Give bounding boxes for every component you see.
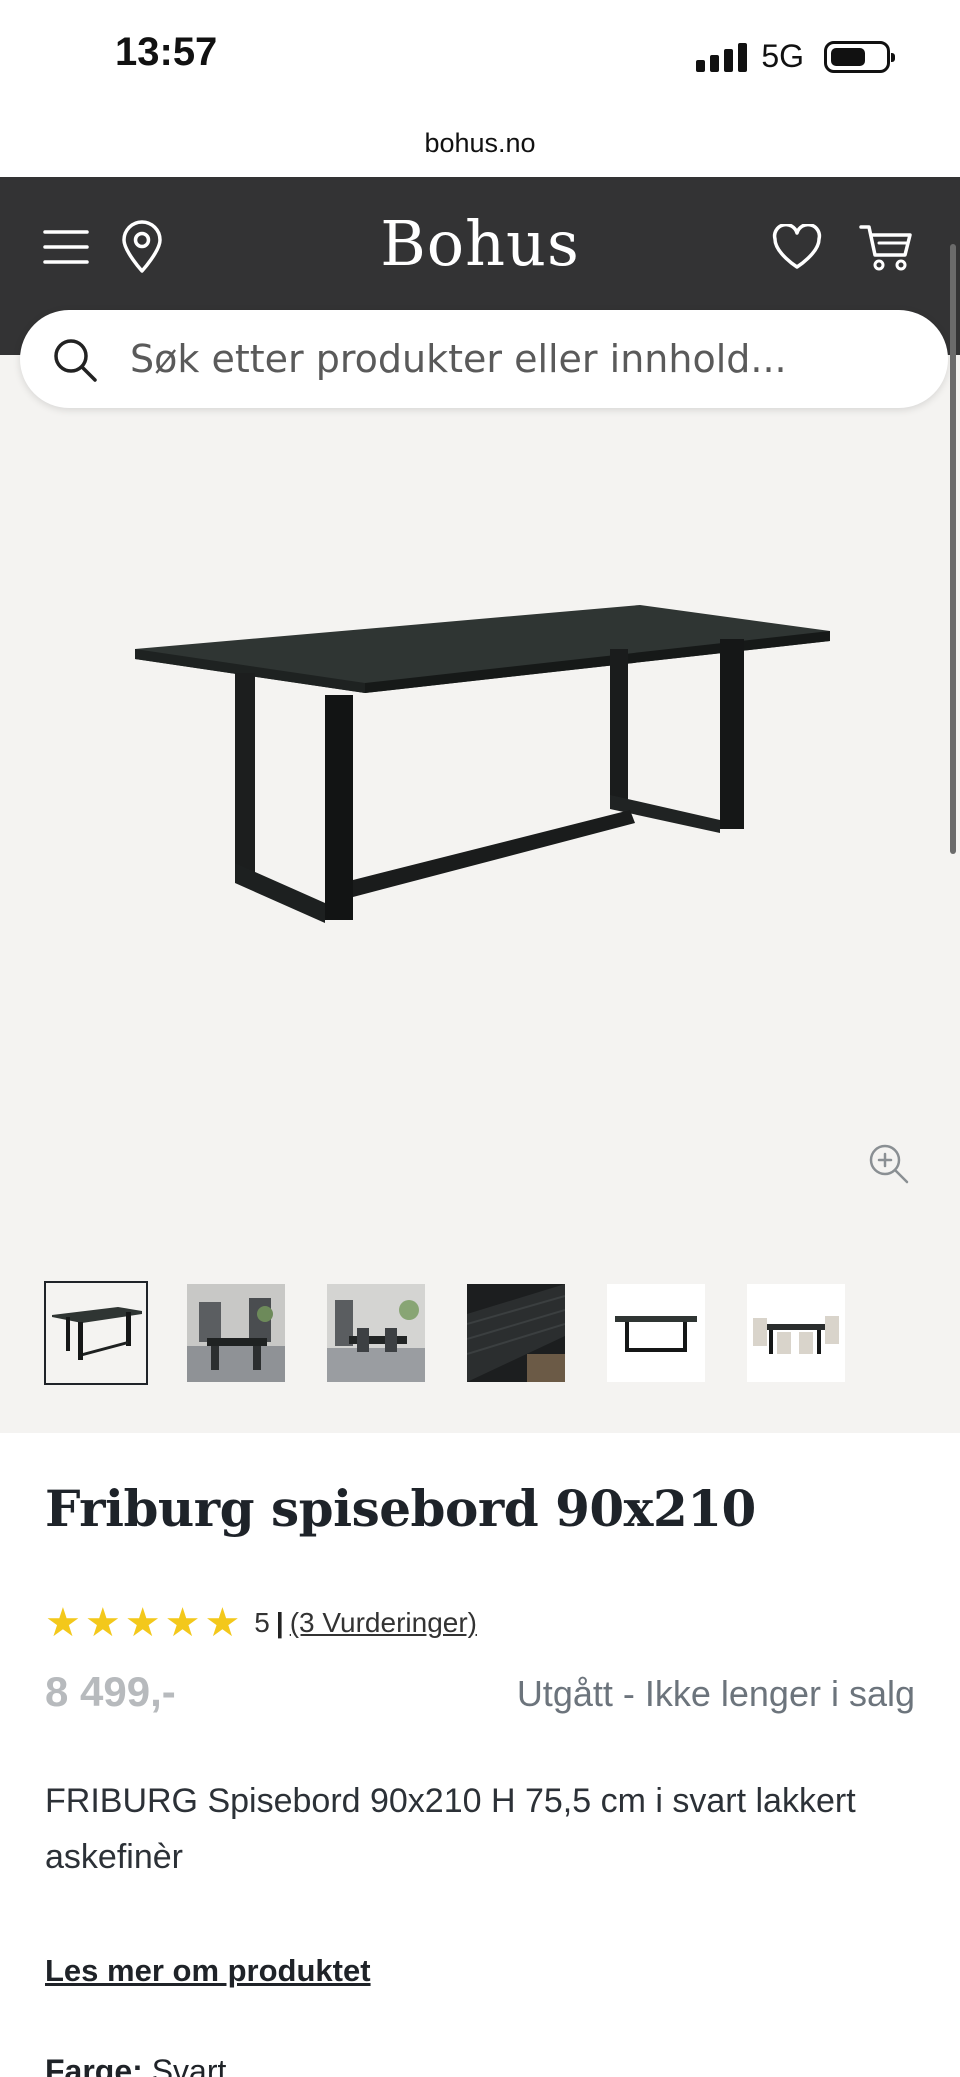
thumbnail-4[interactable] xyxy=(464,1281,568,1385)
search-box xyxy=(20,310,948,408)
url-text: bohus.no xyxy=(424,128,536,158)
thumbnail-strip xyxy=(44,1281,848,1385)
battery-icon xyxy=(824,40,895,73)
color-row: Farge: Svart xyxy=(45,2053,226,2077)
read-more-link[interactable]: Les mer om produktet xyxy=(45,1953,371,1989)
cart-icon xyxy=(859,225,912,271)
status-bar: 13:57 5G xyxy=(0,0,960,110)
star-icon: ★ xyxy=(124,1601,161,1645)
status-indicators: 5G xyxy=(696,38,895,75)
thumbnail-5[interactable] xyxy=(604,1281,708,1385)
star-icon: ★ xyxy=(204,1601,241,1645)
thumbnail-6[interactable] xyxy=(744,1281,848,1385)
search-icon[interactable] xyxy=(50,335,100,385)
signal-icon xyxy=(696,42,748,72)
thumbnail-2[interactable] xyxy=(184,1281,288,1385)
star-icon: ★ xyxy=(84,1601,121,1645)
reviews-link[interactable]: (3 Vurderinger) xyxy=(290,1607,477,1639)
rating-value: 5 xyxy=(254,1607,270,1638)
availability-status: Utgått - Ikke lenger i salg xyxy=(516,1673,915,1714)
color-label: Farge: xyxy=(45,2053,143,2077)
product-details: Friburg spisebord 90x210 ★ ★ ★ ★ ★ 5 | (… xyxy=(0,1433,960,2077)
page-scrollbar[interactable] xyxy=(950,244,956,854)
url-bar[interactable]: bohus.no xyxy=(0,110,960,177)
page: 13:57 5G bohus.no Bohus Søk etter produk… xyxy=(0,0,960,2077)
star-icon: ★ xyxy=(164,1601,201,1645)
zoom-icon[interactable] xyxy=(865,1140,913,1188)
color-value: Svart xyxy=(151,2053,227,2077)
heart-icon xyxy=(772,224,822,269)
product-description: FRIBURG Spisebord 90x210 H 75,5 cm i sva… xyxy=(45,1782,856,1876)
rating-row: ★ ★ ★ ★ ★ 5 | (3 Vurderinger) xyxy=(45,1603,477,1643)
thumbnail-3[interactable] xyxy=(324,1281,428,1385)
star-icon: ★ xyxy=(45,1601,81,1645)
price-row: 8 499,- Utgått - Ikke lenger i salg xyxy=(45,1668,915,1716)
product-price: 8 499,- xyxy=(45,1668,176,1715)
product-title: Friburg spisebord 90x210 xyxy=(45,1479,756,1538)
network-label: 5G xyxy=(761,38,804,74)
status-time: 13:57 xyxy=(115,30,218,74)
search-input[interactable] xyxy=(130,310,910,408)
favorites-button[interactable] xyxy=(767,217,827,277)
thumbnail-1[interactable] xyxy=(44,1281,148,1385)
product-main-image[interactable] xyxy=(120,605,840,975)
cart-button[interactable] xyxy=(856,217,916,277)
product-gallery xyxy=(0,355,960,1433)
star-rating: ★ ★ ★ ★ ★ xyxy=(45,1603,240,1643)
rating-separator: | xyxy=(275,1607,284,1638)
